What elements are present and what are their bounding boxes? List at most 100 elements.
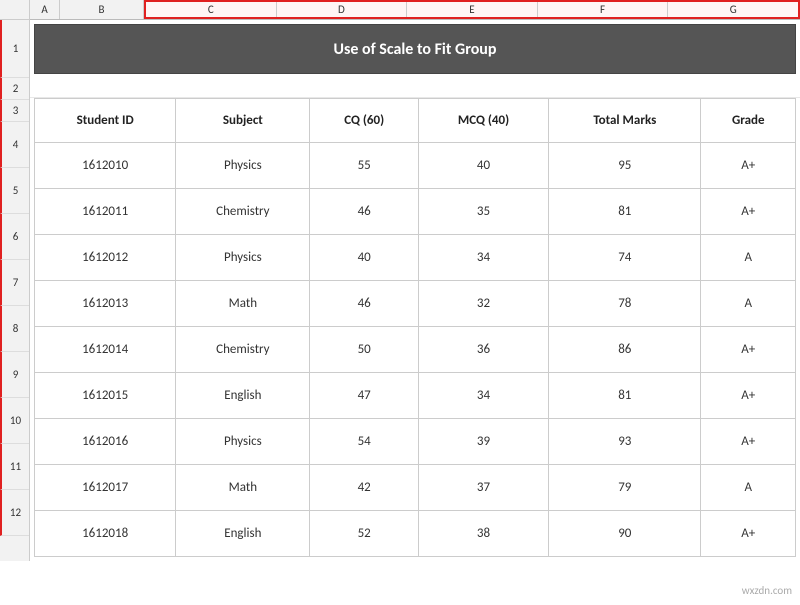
table-row: 1612014 Chemistry 50 36 86 A+ [35,327,796,373]
col-header-a[interactable]: A [30,0,60,19]
table-row: 1612011 Chemistry 46 35 81 A+ [35,189,796,235]
content-area: Use of Scale to Fit Group Student ID Sub… [30,20,800,561]
col-header-e[interactable]: E [407,2,538,17]
row-num-6: 6 [0,214,29,260]
row-num-8: 8 [0,306,29,352]
cell-id: 1612016 [35,419,176,465]
table-row: 1612016 Physics 54 39 93 A+ [35,419,796,465]
cell-cq: 54 [310,419,419,465]
col-header-f[interactable]: F [538,2,669,17]
cell-grade: A [701,281,796,327]
row-num-5: 5 [0,168,29,214]
cell-grade: A+ [701,511,796,557]
col-header-g[interactable]: G [668,2,798,17]
cell-id: 1612013 [35,281,176,327]
main-area: 1 2 3 4 5 6 7 8 9 [0,20,800,561]
table-row: 1612010 Physics 55 40 95 A+ [35,143,796,189]
cell-subject: English [176,511,310,557]
cell-cq: 46 [310,189,419,235]
row-num-7: 7 [0,260,29,306]
table-row: 1612018 English 52 38 90 A+ [35,511,796,557]
cell-total: 81 [549,373,701,419]
table-row: 1612017 Math 42 37 79 A [35,465,796,511]
cell-mcq: 38 [418,511,548,557]
row-num-2: 2 [0,78,29,100]
cell-cq: 55 [310,143,419,189]
empty-row [30,78,800,98]
cell-grade: A+ [701,143,796,189]
cell-mcq: 40 [418,143,548,189]
col-headers-selected: C D E F G [144,0,800,19]
data-table-wrapper: Student ID Subject CQ (60) MCQ (40) [30,98,800,561]
cell-id: 1612010 [35,143,176,189]
watermark: wxzdn.com [742,584,792,597]
cell-cq: 50 [310,327,419,373]
table-row: 1612012 Physics 40 34 74 A [35,235,796,281]
cell-total: 90 [549,511,701,557]
cell-id: 1612018 [35,511,176,557]
row-numbers: 1 2 3 4 5 6 7 8 9 [0,20,30,561]
cell-total: 79 [549,465,701,511]
cell-mcq: 35 [418,189,548,235]
cell-cq: 42 [310,465,419,511]
cell-grade: A+ [701,419,796,465]
col-total: Total Marks [549,99,701,143]
row-num-12: 12 [0,490,29,536]
row-num-1: 1 [0,20,29,78]
cell-grade: A [701,465,796,511]
table-row: 1612013 Math 46 32 78 A [35,281,796,327]
col-student-id: Student ID [35,99,176,143]
cell-subject: Math [176,465,310,511]
col-cq: CQ (60) [310,99,419,143]
cell-total: 86 [549,327,701,373]
cell-grade: A+ [701,373,796,419]
cell-subject: Math [176,281,310,327]
data-table: Student ID Subject CQ (60) MCQ (40) [34,98,796,557]
cell-mcq: 32 [418,281,548,327]
cell-id: 1612011 [35,189,176,235]
cell-grade: A+ [701,189,796,235]
corner-cell [0,0,30,20]
cell-cq: 46 [310,281,419,327]
col-header-d[interactable]: D [277,2,408,17]
cell-subject: Physics [176,419,310,465]
cell-mcq: 36 [418,327,548,373]
spreadsheet-title: Use of Scale to Fit Group [34,24,796,74]
cell-total: 78 [549,281,701,327]
spreadsheet: A B C D E F G [0,0,800,605]
cell-cq: 40 [310,235,419,281]
cell-mcq: 34 [418,235,548,281]
cell-mcq: 34 [418,373,548,419]
row-num-4: 4 [0,122,29,168]
col-mcq: MCQ (40) [418,99,548,143]
cell-total: 81 [549,189,701,235]
col-subject: Subject [176,99,310,143]
cell-grade: A [701,235,796,281]
col-grade: Grade [701,99,796,143]
cell-total: 93 [549,419,701,465]
cell-subject: English [176,373,310,419]
cell-subject: Chemistry [176,327,310,373]
cell-cq: 52 [310,511,419,557]
cell-subject: Physics [176,143,310,189]
table-row: 1612015 English 47 34 81 A+ [35,373,796,419]
table-header-row: Student ID Subject CQ (60) MCQ (40) [35,99,796,143]
row-num-9: 9 [0,352,29,398]
cell-id: 1612015 [35,373,176,419]
row-num-10: 10 [0,398,29,444]
column-headers: A B C D E F G [0,0,800,20]
row-num-3: 3 [0,100,29,122]
cell-id: 1612017 [35,465,176,511]
row-num-11: 11 [0,444,29,490]
col-header-c[interactable]: C [146,2,277,17]
cell-total: 95 [549,143,701,189]
cell-grade: A+ [701,327,796,373]
cell-subject: Physics [176,235,310,281]
cell-mcq: 37 [418,465,548,511]
cell-id: 1612012 [35,235,176,281]
col-header-b[interactable]: B [60,0,144,19]
cell-mcq: 39 [418,419,548,465]
cell-cq: 47 [310,373,419,419]
cell-subject: Chemistry [176,189,310,235]
cell-id: 1612014 [35,327,176,373]
